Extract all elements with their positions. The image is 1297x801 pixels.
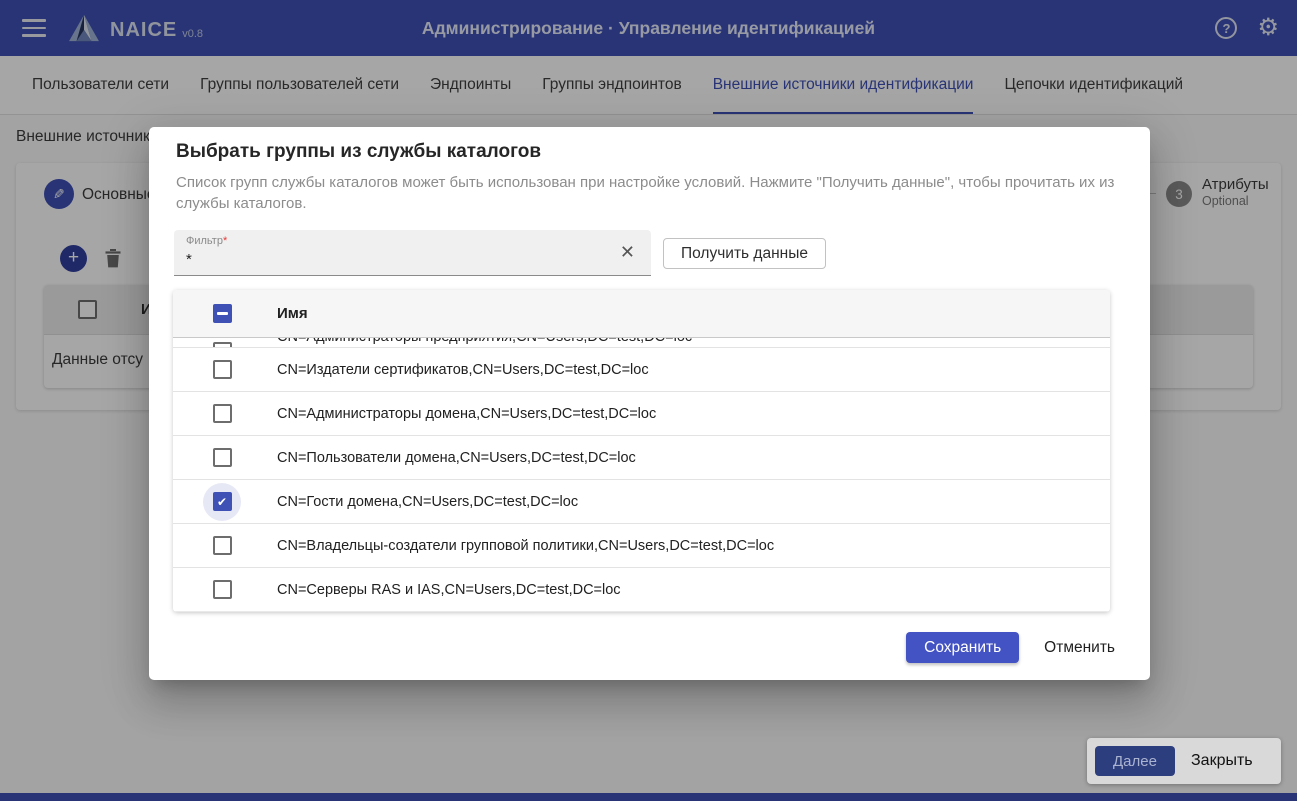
row-checkbox[interactable] bbox=[213, 360, 232, 379]
clear-icon[interactable]: ✕ bbox=[620, 242, 635, 263]
table-row[interactable]: CN=Пользователи домена,CN=Users,DC=test,… bbox=[173, 436, 1110, 480]
screen: NAICE v0.8 Администрирование · Управлени… bbox=[0, 0, 1297, 801]
fetch-data-button[interactable]: Получить данные bbox=[663, 238, 826, 269]
table-header-row: Имя bbox=[173, 290, 1110, 338]
directory-groups-table: Имя CN=Администраторы предприятия,CN=Use… bbox=[173, 290, 1110, 612]
table-row[interactable]: CN=Владельцы-создатели групповой политик… bbox=[173, 524, 1110, 568]
filter-input[interactable] bbox=[186, 251, 586, 268]
table-row[interactable]: CN=Администраторы домена,CN=Users,DC=tes… bbox=[173, 392, 1110, 436]
row-checkbox[interactable] bbox=[213, 536, 232, 555]
row-checkbox[interactable] bbox=[213, 448, 232, 467]
filter-label: Фильтр* bbox=[186, 235, 227, 247]
table-row-selected[interactable]: ✔ CN=Гости домена,CN=Users,DC=test,DC=lo… bbox=[173, 480, 1110, 524]
row-checkbox[interactable] bbox=[213, 404, 232, 423]
dialog-description: Список групп службы каталогов может быть… bbox=[176, 172, 1121, 214]
dialog-actions: Сохранить Отменить bbox=[906, 632, 1115, 663]
next-button[interactable]: Далее bbox=[1095, 746, 1175, 776]
select-all-checkbox[interactable] bbox=[213, 304, 232, 323]
table-row[interactable]: CN=Издатели сертификатов,CN=Users,DC=tes… bbox=[173, 348, 1110, 392]
close-button[interactable]: Закрыть bbox=[1191, 752, 1253, 770]
row-checkbox-checked[interactable]: ✔ bbox=[213, 492, 232, 511]
cancel-button[interactable]: Отменить bbox=[1044, 639, 1115, 657]
wizard-actions-bar: Далее Закрыть bbox=[1087, 738, 1281, 784]
required-asterisk: * bbox=[223, 235, 227, 247]
table-row[interactable]: CN=Серверы RAS и IAS,CN=Users,DC=test,DC… bbox=[173, 568, 1110, 612]
row-checkbox[interactable] bbox=[213, 580, 232, 599]
select-groups-dialog: Выбрать группы из службы каталогов Списо… bbox=[149, 127, 1150, 680]
table-row[interactable]: CN=Администраторы предприятия,CN=Users,D… bbox=[173, 338, 1110, 348]
save-button[interactable]: Сохранить bbox=[906, 632, 1019, 663]
dialog-title: Выбрать группы из службы каталогов bbox=[176, 141, 541, 163]
filter-field[interactable]: Фильтр* ✕ bbox=[174, 230, 651, 276]
name-column-header: Имя bbox=[277, 305, 308, 322]
